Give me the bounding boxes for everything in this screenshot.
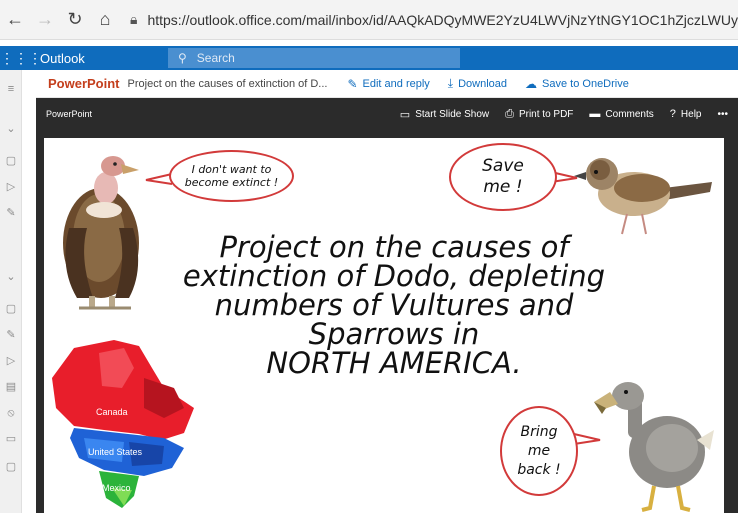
cloud-icon: ☁: [525, 76, 538, 91]
save-to-onedrive-label: Save to OneDrive: [542, 77, 629, 90]
print-to-pdf-button[interactable]: ⎙ Print to PDF: [505, 108, 573, 121]
chevron-down-icon[interactable]: ⌄: [4, 270, 18, 284]
help-label: Help: [680, 108, 702, 120]
edit-and-reply-label: Edit and reply: [362, 77, 430, 90]
slide-title: Project on the causes of extinction of D…: [139, 233, 649, 378]
dodo-bubble-line3: back !: [517, 461, 561, 478]
start-slide-show-button[interactable]: ▭ Start Slide Show: [400, 108, 489, 121]
printer-icon: ⎙: [505, 107, 514, 120]
sparrow-image: [574, 158, 712, 235]
north-america-map: Canada United States Mexico: [52, 340, 194, 508]
download-icon: ⤓: [447, 76, 454, 90]
download-button[interactable]: ⤓ Download: [448, 76, 507, 91]
home-icon[interactable]: ⌂: [90, 5, 120, 35]
url-text[interactable]: https://outlook.office.com/mail/inbox/id…: [147, 12, 738, 28]
file-title: Project on the causes of extinction of D…: [127, 77, 328, 90]
attachment-viewer-header: PowerPoint Project on the causes of exti…: [36, 70, 738, 98]
pencil-icon[interactable]: ✎: [4, 328, 18, 342]
sparrow-speech-bubble: Save me !: [449, 143, 557, 211]
slide-title-line4: Sparrows in: [308, 317, 480, 351]
powerpoint-app-label: PowerPoint: [48, 76, 120, 91]
slide: I don't want to become extinct ! Save me…: [44, 138, 724, 513]
slide-title-line2: extinction of Dodo, depleting: [182, 259, 606, 293]
slide-title-line1: Project on the causes of: [219, 230, 569, 264]
vulture-speech-bubble: I don't want to become extinct !: [169, 150, 294, 202]
inbox-icon[interactable]: ▢: [4, 154, 18, 168]
dodo-image: [594, 382, 714, 512]
left-navigation-rail: ≡ ⌄ ▢ ▷ ✎ ⌄ ▢ ✎ ▷ ▤ ⦸ ▭ ▢: [0, 70, 22, 513]
map-label-mexico: Mexico: [102, 483, 131, 493]
send-icon[interactable]: ▷: [4, 180, 18, 194]
save-to-onedrive-button[interactable]: ☁ Save to OneDrive: [525, 77, 629, 91]
vulture-bubble-line2: become extinct !: [184, 176, 279, 189]
send-icon[interactable]: ▷: [4, 354, 18, 368]
refresh-icon[interactable]: ↻: [60, 5, 90, 35]
search-input[interactable]: ⚲ Search: [168, 48, 460, 68]
inbox-icon[interactable]: ▢: [4, 302, 18, 316]
search-icon: ⚲: [178, 51, 187, 65]
outlook-app-name[interactable]: Outlook: [40, 51, 170, 66]
map-label-canada: Canada: [96, 407, 128, 417]
slide-title-line3: numbers of Vultures and: [214, 288, 574, 322]
sparrow-bubble-line1: Save: [482, 156, 524, 176]
dodo-speech-bubble: Bring me back !: [500, 406, 578, 496]
forward-icon[interactable]: →: [30, 5, 60, 35]
lock-icon: 🔒︎: [130, 11, 138, 27]
pen-icon: ✎: [347, 76, 358, 91]
slide-title-line5: NORTH AMERICA.: [266, 346, 522, 380]
sparrow-bubble-line2: me !: [483, 177, 523, 197]
blocked-icon[interactable]: ⦸: [4, 406, 18, 420]
comments-button[interactable]: ▬ Comments: [589, 108, 653, 120]
search-placeholder: Search: [196, 51, 235, 65]
help-icon: ?: [669, 108, 676, 120]
menu-icon[interactable]: ≡: [4, 82, 18, 96]
document-icon[interactable]: ▤: [4, 380, 18, 394]
start-slide-show-label: Start Slide Show: [415, 108, 490, 120]
edit-and-reply-button[interactable]: ✎ Edit and reply: [347, 77, 429, 91]
outlook-header: ⋮⋮⋮ Outlook ⚲ Search: [0, 46, 738, 70]
chevron-down-icon[interactable]: ⌄: [4, 122, 18, 136]
browser-toolbar: ← → ↻ ⌂ 🔒︎ https://outlook.office.com/ma…: [0, 0, 738, 40]
print-to-pdf-label: Print to PDF: [518, 108, 574, 120]
download-label: Download: [458, 77, 508, 90]
pencil-icon[interactable]: ✎: [4, 206, 18, 220]
archive-icon[interactable]: ▭: [4, 432, 18, 446]
comments-label: Comments: [605, 108, 654, 120]
dodo-bubble-line2: me: [527, 442, 551, 459]
app-launcher-icon[interactable]: ⋮⋮⋮: [0, 50, 42, 67]
address-bar[interactable]: 🔒︎ https://outlook.office.com/mail/inbox…: [130, 11, 738, 28]
map-label-united-states: United States: [88, 447, 143, 457]
comment-icon: ▬: [589, 108, 601, 120]
slideshow-icon: ▭: [399, 108, 411, 121]
notes-icon[interactable]: ▢: [4, 460, 18, 474]
powerpoint-viewer-toolbar: PowerPoint ▭ Start Slide Show ⎙ Print to…: [36, 98, 738, 130]
vulture-bubble-line1: I don't want to: [191, 163, 272, 176]
powerpoint-brand: PowerPoint: [46, 109, 93, 119]
dodo-bubble-line1: Bring: [520, 423, 558, 440]
help-button[interactable]: ? Help: [670, 108, 702, 120]
more-options-icon[interactable]: •••: [717, 109, 728, 120]
back-icon[interactable]: ←: [0, 5, 30, 35]
